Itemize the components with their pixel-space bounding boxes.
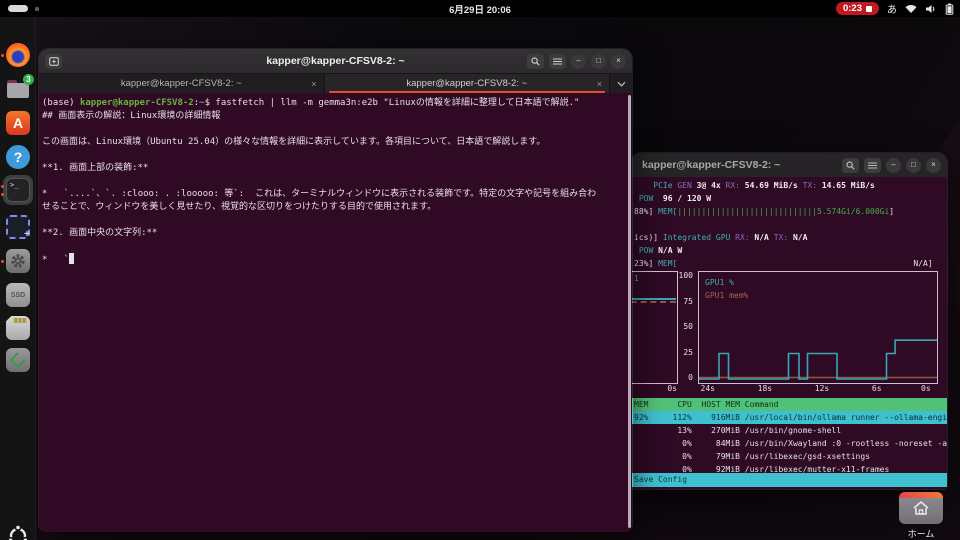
- wifi-icon[interactable]: [905, 4, 917, 14]
- terminal-window: kapper@kapper-CFSV8-2: ~ – □ × kapper@ka…: [38, 48, 633, 532]
- close-button[interactable]: ×: [926, 158, 941, 173]
- package-box-icon[interactable]: [6, 348, 30, 372]
- gpu0-axis-label: 0s: [649, 384, 677, 393]
- window-title: kapper@kapper-CFSV8-2: ~: [642, 159, 780, 171]
- house-icon: [912, 500, 930, 516]
- dock: 3 A ? >_ + SSD: [0, 17, 36, 540]
- process-row[interactable]: 0% 79MiB /usr/libexec/gsd-xsettings: [631, 450, 947, 463]
- folder-body: [7, 83, 29, 98]
- recycle-icon: [10, 352, 27, 369]
- sd-card-pins: [13, 318, 27, 323]
- tab-list-chevron-button[interactable]: [610, 74, 632, 93]
- search-button[interactable]: [842, 158, 859, 173]
- firefox-icon[interactable]: [6, 43, 30, 67]
- settings-icon[interactable]: [6, 249, 30, 273]
- terminal-content: (base) kapper@kapper-CFSV8-2:~$ fastfetc…: [39, 93, 632, 532]
- running-indicator-dot: [1, 54, 4, 57]
- minimize-button[interactable]: –: [571, 54, 586, 69]
- home-folder-desktop-icon[interactable]: ホーム: [896, 492, 946, 540]
- show-apps-ubuntu-icon[interactable]: [5, 523, 31, 540]
- hamburger-icon: [553, 58, 562, 65]
- gear-icon: [10, 253, 26, 269]
- tab-2[interactable]: kapper@kapper-CFSV8-2: ~ ×: [325, 74, 611, 93]
- tab-bar: kapper@kapper-CFSV8-2: ~ × kapper@kapper…: [39, 73, 632, 93]
- prompt-line: (base) kapper@kapper-CFSV8-2:~$ fastfetc…: [42, 97, 626, 110]
- screenshot-tool-icon[interactable]: +: [6, 215, 30, 239]
- volume-icon[interactable]: [925, 4, 937, 14]
- top-bar: 6月29日 20:06 0:23 あ: [0, 0, 960, 17]
- search-button[interactable]: [527, 54, 544, 69]
- process-rows: 92% 112% 916MiB /usr/local/bin/ollama ru…: [631, 411, 947, 476]
- process-table-header: MEM CPU HOST MEM Command: [631, 398, 947, 411]
- help-icon[interactable]: ?: [6, 145, 30, 169]
- files-badge: 3: [23, 74, 34, 85]
- save-config-button[interactable]: Save Config: [631, 473, 947, 487]
- gpu0-util-line: [631, 298, 676, 300]
- battery-icon[interactable]: [945, 3, 954, 15]
- tab-label: kapper@kapper-CFSV8-2: ~: [406, 78, 527, 89]
- system-tray: 0:23 あ: [836, 0, 954, 17]
- process-row[interactable]: 92% 112% 916MiB /usr/local/bin/ollama ru…: [631, 411, 947, 424]
- stop-recording-icon[interactable]: [866, 6, 872, 12]
- terminal-output: ## 画面表示の解説：Linux環境の詳細情報この画面は、Linux環境（Ubu…: [42, 110, 626, 266]
- input-method-indicator[interactable]: あ: [887, 1, 897, 16]
- running-indicator-dot: [1, 185, 4, 188]
- process-table: MEM CPU HOST MEM Command 92% 112% 916MiB…: [631, 398, 947, 476]
- plus-glyph: +: [24, 229, 30, 240]
- screen-recording-indicator[interactable]: 0:23: [836, 2, 879, 15]
- gpu0-legend-fragment: 1: [634, 274, 639, 283]
- gpu0-mem-line: [631, 301, 676, 303]
- menu-button[interactable]: [549, 54, 566, 69]
- tab-label: kapper@kapper-CFSV8-2: ~: [121, 78, 242, 89]
- process-row[interactable]: 0% 84MiB /usr/bin/Xwayland :0 -rootless …: [631, 437, 947, 450]
- chevron-down-icon: [617, 81, 626, 87]
- desktop: 6月29日 20:06 0:23 あ: [0, 0, 960, 540]
- search-icon: [531, 57, 540, 66]
- text-cursor: [69, 253, 74, 264]
- tab-close-icon[interactable]: ×: [311, 79, 316, 89]
- gpu1-graph: GPU1 %GPU1 mem%: [698, 271, 938, 384]
- gpu1-graph-yticks: 1007550250: [674, 271, 695, 384]
- nvtop-terminal-window: kapper@kapper-CFSV8-2: ~ – □ × PCIe GEN …: [630, 152, 948, 490]
- gpu0-graph-partial: 1: [631, 271, 678, 384]
- search-icon: [846, 161, 855, 170]
- running-indicator-dot: [1, 193, 4, 196]
- terminal-icon[interactable]: >_: [6, 178, 30, 202]
- maximize-button[interactable]: □: [906, 158, 921, 173]
- nvtop-content: PCIe GEN 3@ 4x RX: 54.69 MiB/s TX: 14.65…: [631, 177, 947, 489]
- tab-close-icon[interactable]: ×: [597, 79, 602, 89]
- tab-1[interactable]: kapper@kapper-CFSV8-2: ~ ×: [39, 74, 325, 93]
- home-folder-glyph: [899, 492, 943, 524]
- ssd-drive-icon[interactable]: SSD: [6, 283, 30, 307]
- process-row[interactable]: 13% 270MiB /usr/bin/gnome-shell: [631, 424, 947, 437]
- home-icon-label: ホーム: [896, 527, 946, 540]
- hamburger-icon: [868, 162, 877, 169]
- minimize-button[interactable]: –: [886, 158, 901, 173]
- running-indicator-dot: [1, 260, 4, 263]
- close-button[interactable]: ×: [611, 54, 626, 69]
- menu-button[interactable]: [864, 158, 881, 173]
- gpu1-graph-legend: GPU1 %GPU1 mem%: [705, 276, 748, 302]
- scrollbar[interactable]: [628, 95, 631, 528]
- recording-time: 0:23: [843, 3, 862, 14]
- terminal-titlebar[interactable]: kapper@kapper-CFSV8-2: ~ – □ ×: [39, 49, 632, 73]
- sd-card-icon[interactable]: [6, 316, 30, 340]
- app-center-icon[interactable]: A: [6, 111, 30, 135]
- maximize-button[interactable]: □: [591, 54, 606, 69]
- files-icon[interactable]: 3: [6, 77, 30, 101]
- gpu-info-lines: PCIe GEN 3@ 4x RX: 54.69 MiB/s TX: 14.65…: [634, 179, 947, 270]
- clock[interactable]: 6月29日 20:06: [0, 2, 960, 16]
- nvtop-titlebar[interactable]: kapper@kapper-CFSV8-2: ~ – □ ×: [631, 153, 947, 177]
- gpu1-graph-xticks: 24s18s12s6s0s: [698, 384, 938, 397]
